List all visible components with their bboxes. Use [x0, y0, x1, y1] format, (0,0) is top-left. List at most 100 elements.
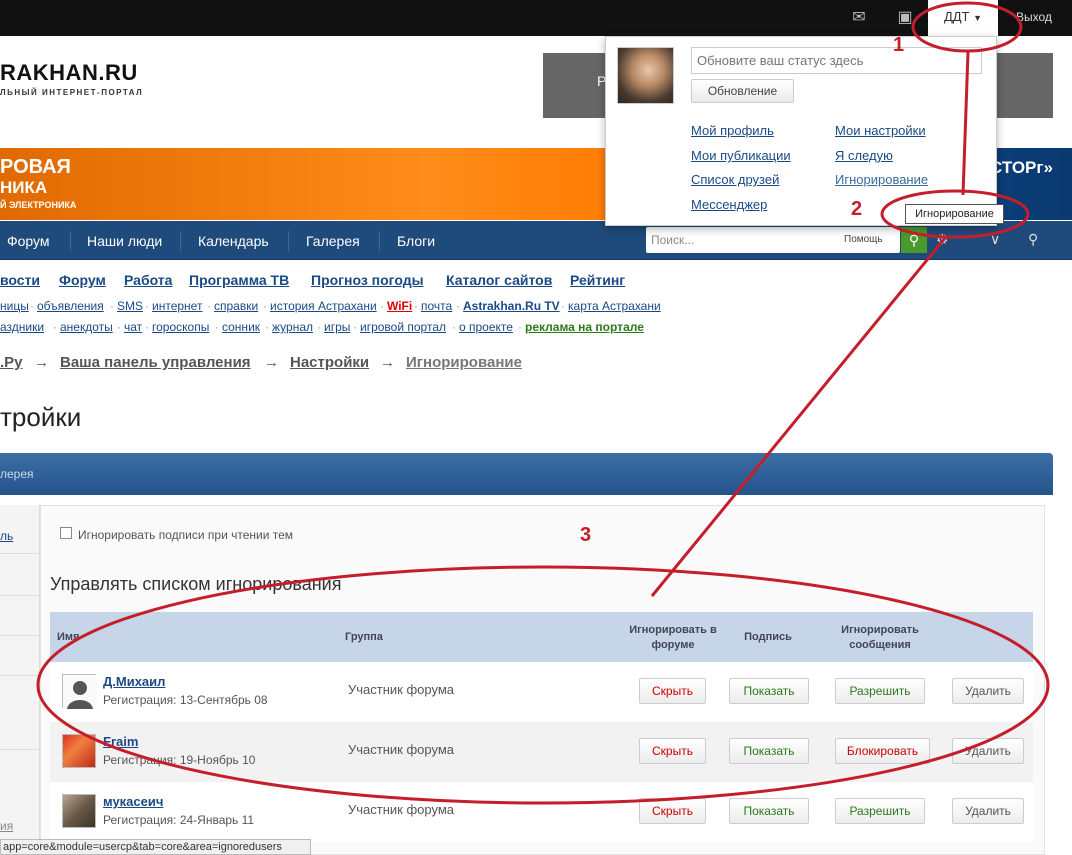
nav-separator [288, 231, 289, 251]
avatar[interactable] [62, 674, 97, 709]
ad-right-text: СТОРг» [990, 158, 1053, 177]
menu-link-my-profile[interactable]: Мой профиль [691, 123, 774, 138]
breadcrumb-item[interactable]: Ваша панель управления [60, 354, 251, 371]
col-header-signature: Подпись [744, 631, 792, 643]
table-header: Имя Группа Игнорировать в форуме Подпись… [50, 612, 1033, 662]
menu-link-messenger[interactable]: Мессенджер [691, 197, 767, 212]
sub-link-ads[interactable]: реклама на портале [525, 320, 644, 334]
site-logo[interactable]: RAKHAN.RU [0, 60, 138, 86]
sub-link[interactable]: гороскопы [152, 320, 209, 334]
user-avatar[interactable] [617, 47, 674, 104]
user-registration: Регистрация: 19-Ноябрь 10 [103, 753, 256, 767]
user-name-link[interactable]: мукасеич [103, 794, 163, 809]
menu-link-friends[interactable]: Список друзей [691, 172, 779, 187]
user-name-link[interactable]: Д.Михаил [103, 674, 165, 689]
menu-link-my-publications[interactable]: Мои публикации [691, 148, 791, 163]
ignore-signatures-label: Игнорировать подписи при чтении тем [78, 528, 294, 542]
logout-link[interactable]: Выход [1016, 0, 1052, 36]
sub-link[interactable]: игровой портал [360, 320, 446, 334]
block-button[interactable]: Блокировать [835, 738, 930, 764]
mail-icon[interactable]: ✉ [848, 8, 870, 28]
show-button[interactable]: Показать [729, 738, 809, 764]
sub-link[interactable]: о проекте [459, 320, 513, 334]
sub-link[interactable]: интернет [152, 299, 202, 313]
main-link[interactable]: Форум [59, 272, 106, 288]
menu-link-my-settings[interactable]: Мои настройки [835, 123, 926, 138]
nav-separator [379, 231, 380, 251]
user-menu-button[interactable]: ДДТ ▼ [928, 0, 998, 36]
sub-link[interactable]: объявления [37, 299, 104, 313]
sub-link[interactable]: карта Астрахани [568, 299, 661, 313]
user-name-link[interactable]: Fraim [103, 734, 138, 749]
avatar[interactable] [62, 734, 96, 768]
sub-link-tv[interactable]: Astrakhan.Ru TV [463, 299, 560, 313]
sub-link[interactable]: ницы [0, 299, 29, 313]
main-link[interactable]: Программа ТВ [189, 272, 289, 288]
main-link[interactable]: Каталог сайтов [446, 272, 552, 288]
browser-status-bar: app=core&module=usercp&tab=core&area=ign… [0, 839, 311, 855]
menu-link-ignoring[interactable]: Игнорирование [835, 172, 928, 187]
hide-button[interactable]: Скрыть [639, 738, 706, 764]
main-link[interactable]: вости [0, 272, 40, 288]
sidebar-divider [0, 749, 40, 750]
contact-card-icon[interactable]: ▣ [894, 8, 916, 28]
allow-button[interactable]: Разрешить [835, 798, 925, 824]
sidebar-divider [0, 595, 40, 596]
sidebar-link[interactable]: ль [0, 529, 13, 543]
sidebar-link[interactable]: ия [0, 819, 13, 833]
nav-item-people[interactable]: Наши люди [87, 233, 162, 249]
sub-link[interactable]: игры [324, 320, 350, 334]
sub-link[interactable]: сонник [222, 320, 260, 334]
panel-header: лерея [0, 453, 1053, 495]
delete-button[interactable]: Удалить [952, 798, 1024, 824]
chevron-down-icon[interactable]: ∨ [990, 231, 1000, 248]
breadcrumb-item[interactable]: Настройки [290, 354, 369, 371]
main-link[interactable]: Работа [124, 272, 172, 288]
show-button[interactable]: Показать [729, 678, 809, 704]
nav-item-forum[interactable]: Форум [7, 233, 50, 249]
sidebar-divider [0, 635, 40, 636]
top-bar: ✉ ▣ ДДТ ▼ Выход [0, 0, 1072, 36]
sub-link[interactable]: SMS [117, 299, 143, 313]
sub-link[interactable]: чат [124, 320, 142, 334]
sub-link[interactable]: история Астрахани [270, 299, 377, 313]
map-pin-icon[interactable]: ⚲ [1028, 231, 1038, 248]
hide-button[interactable]: Скрыть [639, 798, 706, 824]
delete-button[interactable]: Удалить [952, 678, 1024, 704]
nav-item-calendar[interactable]: Календарь [198, 233, 269, 249]
main-link[interactable]: Рейтинг [570, 272, 625, 288]
col-header-ignore-messages: Игнорировать сообщения [841, 624, 919, 651]
user-group: Участник форума [348, 742, 454, 757]
delete-button[interactable]: Удалить [952, 738, 1024, 764]
breadcrumb-item[interactable]: .Ру [0, 354, 23, 371]
sub-link[interactable]: аздники [0, 320, 44, 334]
search-icon[interactable]: ⚲ [901, 227, 927, 253]
status-update-button[interactable]: Обновление [691, 79, 794, 103]
tooltip: Игнорирование [905, 204, 1004, 224]
page-title: тройки [0, 402, 82, 432]
table-row: Fraim Регистрация: 19-Ноябрь 10 Участник… [50, 722, 1033, 782]
sub-link[interactable]: справки [214, 299, 258, 313]
ignore-signatures-checkbox[interactable] [60, 527, 72, 539]
show-button[interactable]: Показать [729, 798, 809, 824]
search-scope[interactable]: Помощь [844, 234, 883, 245]
panel-tab[interactable]: лерея [0, 467, 34, 481]
sub-link[interactable]: анекдоты [60, 320, 113, 334]
main-link[interactable]: Прогноз погоды [311, 272, 424, 288]
manage-ignore-title: Управлять списком игнорирования [50, 574, 342, 594]
breadcrumb-item-current[interactable]: Игнорирование [406, 354, 522, 371]
sidebar-divider [0, 553, 40, 554]
sub-link-wifi[interactable]: WiFi [387, 299, 412, 313]
nav-item-blogs[interactable]: Блоги [397, 233, 435, 249]
search-input[interactable]: Поиск... Помощь [646, 227, 900, 253]
avatar[interactable] [62, 794, 96, 828]
gear-icon[interactable]: ⚙ [936, 231, 949, 248]
nav-item-gallery[interactable]: Галерея [306, 233, 360, 249]
user-menu-label: ДДТ [943, 9, 970, 24]
sub-link[interactable]: журнал [272, 320, 313, 334]
menu-link-following[interactable]: Я следую [835, 148, 893, 163]
allow-button[interactable]: Разрешить [835, 678, 925, 704]
sub-link[interactable]: почта [421, 299, 452, 313]
hide-button[interactable]: Скрыть [639, 678, 706, 704]
status-input[interactable] [691, 47, 982, 74]
